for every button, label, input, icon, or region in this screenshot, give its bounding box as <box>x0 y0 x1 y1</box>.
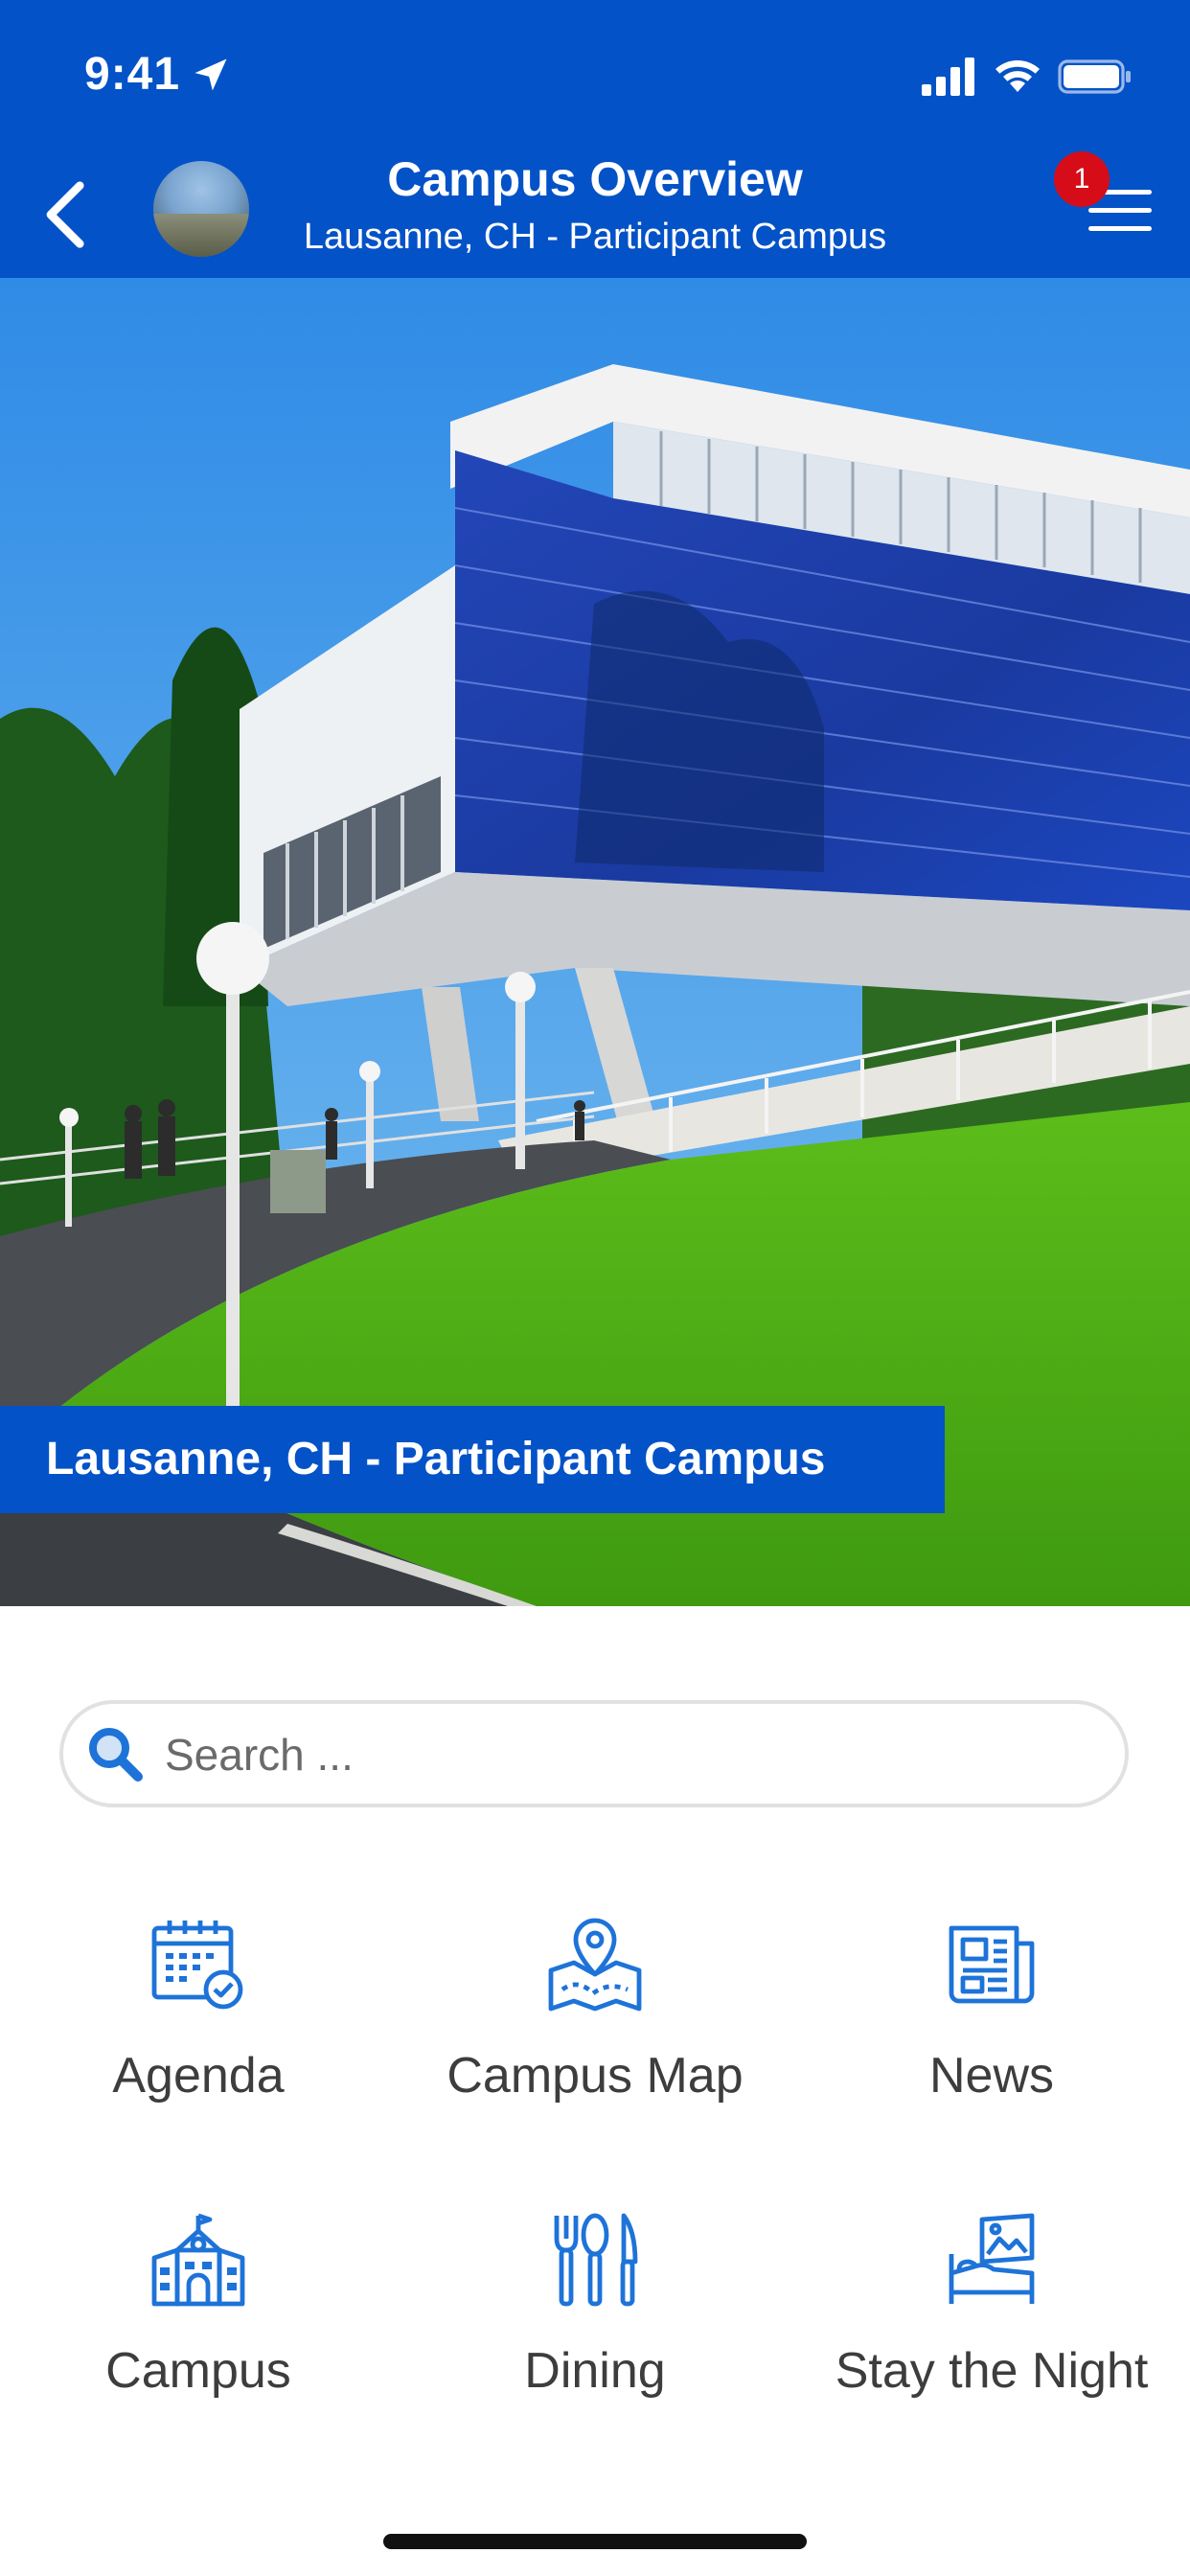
tile-news[interactable]: News <box>793 1917 1190 2166</box>
search-bar[interactable] <box>59 1700 1129 1807</box>
tile-label: News <box>928 2048 1055 2104</box>
tile-agenda[interactable]: Agenda <box>0 1917 397 2166</box>
menu-line <box>1088 208 1152 213</box>
tile-campus-map[interactable]: Campus Map <box>397 1917 793 2166</box>
home-indicator[interactable] <box>383 2534 807 2549</box>
page-title: Campus Overview <box>387 152 803 206</box>
status-time: 9:41 <box>84 49 181 100</box>
notification-badge: 1 <box>1054 151 1110 207</box>
top-navigation-bar: Campus Overview Lausanne, CH - Participa… <box>0 151 1190 278</box>
status-bar: 9:41 <box>0 0 1190 151</box>
tile-label: Campus <box>105 2343 291 2399</box>
search-input[interactable] <box>163 1704 1106 1806</box>
tile-stay-the-night[interactable]: Stay the Night <box>793 2212 1190 2461</box>
tile-label: Campus Map <box>446 2048 744 2104</box>
calendar-check-icon <box>151 1920 243 2010</box>
wifi-icon <box>995 60 1040 92</box>
newspaper-icon <box>949 1925 1035 2004</box>
map-pin-icon <box>548 1918 642 2012</box>
fork-spoon-knife-icon <box>554 2213 638 2307</box>
tile-dining[interactable]: Dining <box>397 2212 793 2461</box>
tile-label: Stay the Night <box>835 2343 1149 2399</box>
bed-icon <box>949 2213 1035 2304</box>
campus-hero-image: Lausanne, CH - Participant Campus <box>0 278 1190 1606</box>
hero-caption: Lausanne, CH - Participant Campus <box>0 1406 945 1513</box>
school-building-icon <box>151 2213 245 2307</box>
tile-label: Agenda <box>112 2048 285 2104</box>
location-arrow-icon <box>195 58 227 91</box>
battery-icon <box>1058 59 1131 94</box>
page-subtitle: Lausanne, CH - Participant Campus <box>303 217 887 257</box>
tile-campus[interactable]: Campus <box>0 2212 397 2461</box>
tile-label: Dining <box>524 2343 666 2399</box>
cellular-signal-icon <box>922 58 974 96</box>
search-icon <box>89 1728 143 1782</box>
menu-line <box>1088 226 1152 231</box>
